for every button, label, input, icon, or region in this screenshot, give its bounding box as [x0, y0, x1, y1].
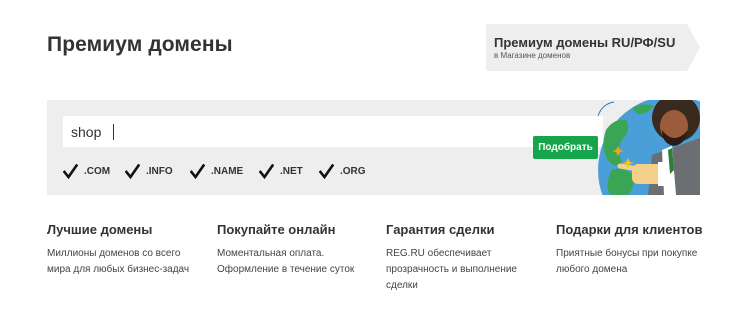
feature-client-gifts: Подарки для клиентов Приятные бонусы при…	[556, 222, 721, 278]
promo-title: Премиум домены RU/РФ/SU	[494, 35, 676, 50]
checkmark-icon	[63, 163, 78, 179]
tld-label: .COM	[84, 165, 111, 177]
feature-title: Гарантия сделки	[386, 222, 495, 237]
domain-search-panel: Подобрать .COM .INFO .NAME .NET .ORG	[47, 100, 700, 195]
tld-label: .ORG	[340, 165, 366, 177]
checkmark-icon	[190, 163, 205, 179]
tld-checkbox-org[interactable]: .ORG	[319, 162, 366, 180]
tld-checkbox-com[interactable]: .COM	[63, 162, 110, 180]
feature-text: Миллионы доменов со всего мира для любых…	[47, 248, 190, 275]
tld-checkbox-net[interactable]: .NET	[259, 162, 303, 180]
tld-label: .NET	[280, 165, 303, 177]
feature-buy-online: Покупайте онлайн Моментальная оплата. Оф…	[217, 222, 382, 278]
text-caret	[113, 124, 114, 140]
feature-title: Подарки для клиентов	[556, 222, 703, 237]
feature-text: Моментальная оплата. Оформление в течени…	[217, 248, 355, 275]
tld-label: .NAME	[211, 165, 244, 177]
tld-checkbox-name[interactable]: .NAME	[190, 162, 243, 180]
tld-label: .INFO	[146, 165, 173, 177]
premium-domains-promo-link[interactable]: Премиум домены RU/РФ/SU в Магазине домен…	[486, 24, 700, 71]
feature-title: Покупайте онлайн	[217, 222, 336, 237]
checkmark-icon	[319, 163, 334, 179]
promo-subtitle: в Магазине доменов	[494, 51, 571, 60]
feature-title: Лучшие домены	[47, 222, 153, 237]
globe-with-businessman-illustration	[597, 100, 700, 195]
page-title: Премиум домены	[47, 33, 233, 56]
features-section: Лучшие домены Миллионы доменов со всего …	[47, 222, 727, 302]
checkmark-icon	[259, 163, 274, 179]
domain-search-input[interactable]	[63, 116, 523, 147]
search-input-wrapper: Подобрать	[63, 116, 603, 159]
tld-checkbox-info[interactable]: .INFO	[125, 162, 173, 180]
feature-text: REG.RU обеспечивает прозрачность и выпол…	[386, 248, 517, 291]
feature-best-domains: Лучшие домены Миллионы доменов со всего …	[47, 222, 212, 278]
feature-text: Приятные бонусы при покупке любого домен…	[556, 248, 698, 275]
feature-deal-guarantee: Гарантия сделки REG.RU обеспечивает проз…	[386, 222, 551, 294]
checkmark-icon	[125, 163, 140, 179]
search-button[interactable]: Подобрать	[533, 136, 598, 159]
